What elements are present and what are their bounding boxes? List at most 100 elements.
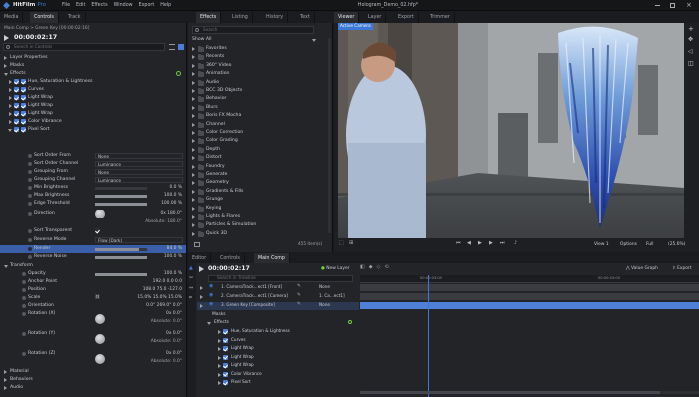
property-row[interactable]: Max Brightness 100.0 %: [0, 192, 186, 200]
expand-icon[interactable]: [218, 381, 221, 385]
keyframe-toggle-icon[interactable]: [22, 288, 26, 292]
layer-masks[interactable]: Masks: [212, 312, 226, 317]
property-row[interactable]: Min Brightness 0.0 %: [0, 184, 186, 192]
maximize-button[interactable]: [670, 3, 675, 8]
eye-icon[interactable]: ◉: [209, 301, 213, 308]
timeline-effect-item[interactable]: Hue, Saturation & Lightness: [218, 328, 358, 336]
effect-checkbox[interactable]: [223, 337, 228, 343]
expand-icon[interactable]: [192, 206, 195, 211]
track-clip-1[interactable]: [360, 284, 699, 291]
keyframe-toggle-icon[interactable]: [28, 238, 32, 242]
rotation-dial[interactable]: [95, 354, 105, 364]
checkbox[interactable]: [14, 95, 19, 100]
transform-value[interactable]: 108.0 75.0 -127.0: [143, 287, 182, 292]
transform-value[interactable]: 100.0 %: [164, 271, 182, 276]
tab-timeline-controls[interactable]: Controls: [216, 253, 245, 263]
effect-category[interactable]: Quick 3D: [190, 230, 326, 238]
property-dropdown[interactable]: Flow (Dark): [95, 237, 183, 243]
select-tool-icon[interactable]: ▲: [189, 265, 193, 272]
expand-icon[interactable]: [207, 322, 211, 325]
transform-row[interactable]: Rotation (X) 0x 0.0°: [0, 310, 186, 318]
checkbox[interactable]: [14, 127, 19, 132]
tab-history[interactable]: History: [262, 12, 289, 23]
keyframe-toggle-icon[interactable]: [28, 247, 32, 251]
expand-icon[interactable]: [192, 72, 195, 77]
effects-search-input[interactable]: Search: [192, 26, 314, 34]
keyframe-toggle-icon[interactable]: [28, 162, 32, 166]
timeline-play-button[interactable]: [199, 266, 204, 272]
effect-category[interactable]: Depth: [190, 146, 326, 154]
keyframe-toggle-icon[interactable]: [28, 170, 32, 174]
playhead[interactable]: [428, 275, 429, 397]
effect-category[interactable]: Animation: [190, 70, 326, 78]
new-layer-button[interactable]: ● New Layer: [321, 266, 349, 271]
property-row[interactable]: Reverse Noise 100.0 %: [0, 253, 186, 261]
property-slider[interactable]: [95, 256, 147, 259]
effect-category[interactable]: Particles & Simulation: [190, 221, 326, 229]
effect-category[interactable]: Gradients & Fills: [190, 188, 326, 196]
menu-edit[interactable]: Edit: [76, 3, 85, 9]
transform-row[interactable]: Position 108.0 75.0 -127.0: [0, 286, 186, 294]
keyframe-toggle-icon[interactable]: [22, 272, 26, 276]
parent-dropdown[interactable]: 1. Ca...ect1]: [319, 293, 345, 299]
expand-icon[interactable]: [9, 120, 12, 124]
visibility-checkbox[interactable]: [21, 119, 26, 124]
keyframe-toggle-icon[interactable]: [28, 178, 32, 182]
effects-scrollbar[interactable]: [328, 38, 331, 233]
parent-dropdown[interactable]: None: [319, 302, 330, 308]
expand-icon[interactable]: [192, 105, 195, 110]
expand-icon[interactable]: [218, 364, 221, 368]
magnet-icon[interactable]: ◧: [360, 264, 369, 270]
eye-icon[interactable]: ◉: [209, 283, 213, 290]
add-effect-icon[interactable]: [348, 320, 352, 324]
effect-item[interactable]: Light Wrap: [0, 102, 186, 110]
checkbox[interactable]: [14, 119, 19, 124]
property-value[interactable]: 0x 180.0°: [160, 211, 182, 216]
transform-row[interactable]: Rotation (Y) 0x 0.0°: [0, 330, 186, 338]
expand-icon[interactable]: [200, 286, 203, 290]
expand-icon[interactable]: [192, 55, 195, 60]
transform-row[interactable]: Rotation (Z) 0x 0.0°: [0, 350, 186, 358]
expand-icon[interactable]: [192, 198, 195, 203]
section-effects[interactable]: Effects: [0, 70, 186, 78]
timeline-effect-item[interactable]: Color Vibrance: [218, 371, 358, 379]
expand-icon[interactable]: [192, 63, 195, 68]
volume-icon[interactable]: ♪: [514, 241, 517, 246]
property-row[interactable]: Sort Order From None: [0, 152, 186, 160]
section-layer-properties[interactable]: Layer Properties: [0, 54, 186, 62]
keyframe-toggle-icon[interactable]: [28, 212, 32, 216]
expand-icon[interactable]: [192, 181, 195, 186]
expand-icon[interactable]: [9, 96, 12, 100]
property-dropdown[interactable]: None: [95, 169, 183, 175]
effect-category[interactable]: Color Correction: [190, 129, 326, 137]
transform-value[interactable]: 0.0° 269.0° 0.0°: [146, 303, 182, 308]
effect-category[interactable]: Geometry: [190, 179, 326, 187]
timeline-search-input[interactable]: Search in Timeline: [208, 275, 353, 282]
keyframe-toggle-icon[interactable]: [22, 332, 26, 336]
step-back-icon[interactable]: ⏮: [456, 241, 461, 246]
effect-category[interactable]: Behavior: [190, 95, 326, 103]
tab-controls[interactable]: Controls: [30, 12, 59, 23]
timeline-layer[interactable]: ◉ 1. CameraTrack...ect1 [Front] ✎ None: [197, 283, 359, 292]
transform-value[interactable]: 0x 0.0°: [166, 311, 182, 316]
export-button[interactable]: ⇪ Export: [672, 266, 691, 271]
effect-category[interactable]: Blurs: [190, 104, 326, 112]
pin-icon[interactable]: ✎: [297, 293, 301, 298]
keyframe-toggle-icon[interactable]: [28, 154, 32, 158]
move-icon[interactable]: ✥: [688, 36, 693, 44]
effect-category[interactable]: Audio: [190, 79, 326, 87]
property-row[interactable]: Sort Transparent: [0, 227, 186, 235]
rotation-dial[interactable]: [95, 334, 105, 344]
tab-effects[interactable]: Effects: [196, 12, 222, 23]
expand-icon[interactable]: [8, 129, 12, 132]
keyframe-toggle-icon[interactable]: [28, 229, 32, 233]
expand-icon[interactable]: [218, 372, 221, 377]
effect-category[interactable]: Boris FX Mocha: [190, 112, 326, 120]
grid-view-icon[interactable]: [178, 44, 184, 50]
track-clip-3[interactable]: [360, 302, 699, 309]
transform-row[interactable]: Scale ⛓ 15.0% 15.0% 15.0%: [0, 294, 186, 302]
effect-item[interactable]: Hue, Saturation & Lightness: [0, 78, 186, 86]
search-input[interactable]: Search in Controls: [3, 43, 165, 51]
lock-tool-icon[interactable]: ⌗: [189, 295, 192, 302]
frame-icon[interactable]: ◫: [688, 60, 694, 68]
